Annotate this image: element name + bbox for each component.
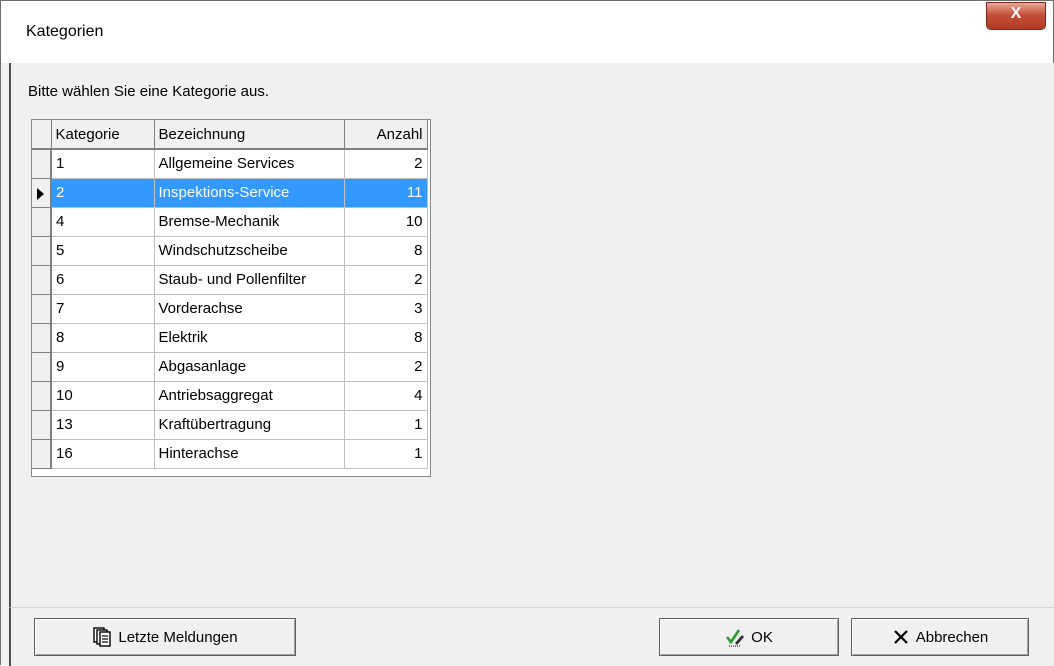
cross-icon (892, 628, 910, 646)
letzte-meldungen-button[interactable]: Letzte Meldungen (34, 618, 296, 656)
cell-kategorie[interactable]: 13 (51, 410, 155, 440)
row-indicator-cell[interactable] (32, 439, 52, 469)
cell-anzahl[interactable]: 1 (344, 410, 428, 440)
cell-bezeichnung[interactable]: Staub- und Pollenfilter (154, 265, 345, 295)
cell-kategorie[interactable]: 1 (51, 149, 155, 179)
cell-bezeichnung[interactable]: Bremse-Mechanik (154, 207, 345, 237)
cell-kategorie[interactable]: 16 (51, 439, 155, 469)
table-row[interactable]: 16 Hinterachse 1 (32, 439, 428, 469)
cell-bezeichnung[interactable]: Vorderachse (154, 294, 345, 324)
table-row[interactable]: 9 Abgasanlage 2 (32, 352, 428, 382)
header-row: Kategorie Bezeichnung Anzahl (32, 120, 428, 150)
checkmark-pen-icon (725, 627, 745, 647)
close-icon: X (1010, 5, 1022, 22)
cell-bezeichnung[interactable]: Kraftübertragung (154, 410, 345, 440)
cell-anzahl[interactable]: 1 (344, 439, 428, 469)
current-row-arrow-icon (37, 187, 44, 200)
cell-bezeichnung[interactable]: Hinterachse (154, 439, 345, 469)
row-indicator-cell[interactable] (32, 323, 52, 353)
cell-kategorie[interactable]: 7 (51, 294, 155, 324)
cell-bezeichnung[interactable]: Inspektions-Service (154, 178, 345, 208)
row-indicator-cell[interactable] (32, 149, 52, 179)
prompt-label: Bitte wählen Sie eine Kategorie aus. (28, 83, 269, 100)
cell-bezeichnung[interactable]: Antriebsaggregat (154, 381, 345, 411)
column-header-anzahl[interactable]: Anzahl (344, 120, 428, 150)
row-indicator-cell[interactable] (32, 294, 52, 324)
title-bar: Kategorien X (1, 1, 1053, 63)
row-indicator-cell[interactable] (32, 410, 52, 440)
table-row[interactable]: 2 Inspektions-Service 11 (32, 178, 428, 208)
window-title: Kategorien (26, 23, 104, 40)
cell-kategorie[interactable]: 9 (51, 352, 155, 382)
cell-kategorie[interactable]: 2 (51, 178, 155, 208)
cell-anzahl[interactable]: 8 (344, 323, 428, 353)
table-row[interactable]: 6 Staub- und Pollenfilter 2 (32, 265, 428, 295)
table-row[interactable]: 4 Bremse-Mechanik 10 (32, 207, 428, 237)
row-indicator-cell[interactable] (32, 265, 52, 295)
cell-anzahl[interactable]: 8 (344, 236, 428, 266)
table-row[interactable]: 7 Vorderachse 3 (32, 294, 428, 324)
header-indicator-cell (32, 120, 52, 150)
cell-anzahl[interactable]: 4 (344, 381, 428, 411)
cell-kategorie[interactable]: 8 (51, 323, 155, 353)
column-header-kategorie[interactable]: Kategorie (51, 120, 155, 150)
row-indicator-cell[interactable] (32, 178, 52, 208)
cell-bezeichnung[interactable]: Windschutzscheibe (154, 236, 345, 266)
table-row[interactable]: 13 Kraftübertragung 1 (32, 410, 428, 440)
cell-kategorie[interactable]: 10 (51, 381, 155, 411)
cell-bezeichnung[interactable]: Allgemeine Services (154, 149, 345, 179)
documents-icon (92, 627, 112, 647)
cell-anzahl[interactable]: 11 (344, 178, 428, 208)
column-header-bezeichnung[interactable]: Bezeichnung (154, 120, 345, 150)
cell-anzahl[interactable]: 2 (344, 265, 428, 295)
table-row[interactable]: 8 Elektrik 8 (32, 323, 428, 353)
row-indicator-cell[interactable] (32, 381, 52, 411)
letzte-meldungen-label: Letzte Meldungen (118, 628, 238, 646)
category-grid[interactable]: Kategorie Bezeichnung Anzahl 1 Allgemeine… (31, 119, 431, 477)
table-row[interactable]: 10 Antriebsaggregat 4 (32, 381, 428, 411)
row-indicator-cell[interactable] (32, 207, 52, 237)
dialog-window: Kategorien X Bitte wählen Sie eine Kateg… (0, 0, 1054, 666)
cell-kategorie[interactable]: 6 (51, 265, 155, 295)
row-indicator-cell[interactable] (32, 236, 52, 266)
cell-anzahl[interactable]: 10 (344, 207, 428, 237)
table-row[interactable]: 1 Allgemeine Services 2 (32, 149, 428, 179)
close-button[interactable]: X (986, 2, 1046, 30)
abbrechen-label: Abbrechen (915, 628, 989, 646)
category-table: Kategorie Bezeichnung Anzahl 1 Allgemeine… (32, 120, 428, 469)
ok-button[interactable]: OK (659, 618, 839, 656)
abbrechen-button[interactable]: Abbrechen (851, 618, 1029, 656)
table-row[interactable]: 5 Windschutzscheibe 8 (32, 236, 428, 266)
cell-anzahl[interactable]: 2 (344, 352, 428, 382)
ok-label: OK (751, 628, 773, 646)
cell-bezeichnung[interactable]: Abgasanlage (154, 352, 345, 382)
button-bar: Letzte Meldungen OK Abbrechen (9, 607, 1054, 666)
cell-kategorie[interactable]: 4 (51, 207, 155, 237)
cell-anzahl[interactable]: 3 (344, 294, 428, 324)
row-indicator-cell[interactable] (32, 352, 52, 382)
cell-bezeichnung[interactable]: Elektrik (154, 323, 345, 353)
dialog-content: Bitte wählen Sie eine Kategorie aus. Kat… (9, 63, 1054, 607)
cell-kategorie[interactable]: 5 (51, 236, 155, 266)
cell-anzahl[interactable]: 2 (344, 149, 428, 179)
